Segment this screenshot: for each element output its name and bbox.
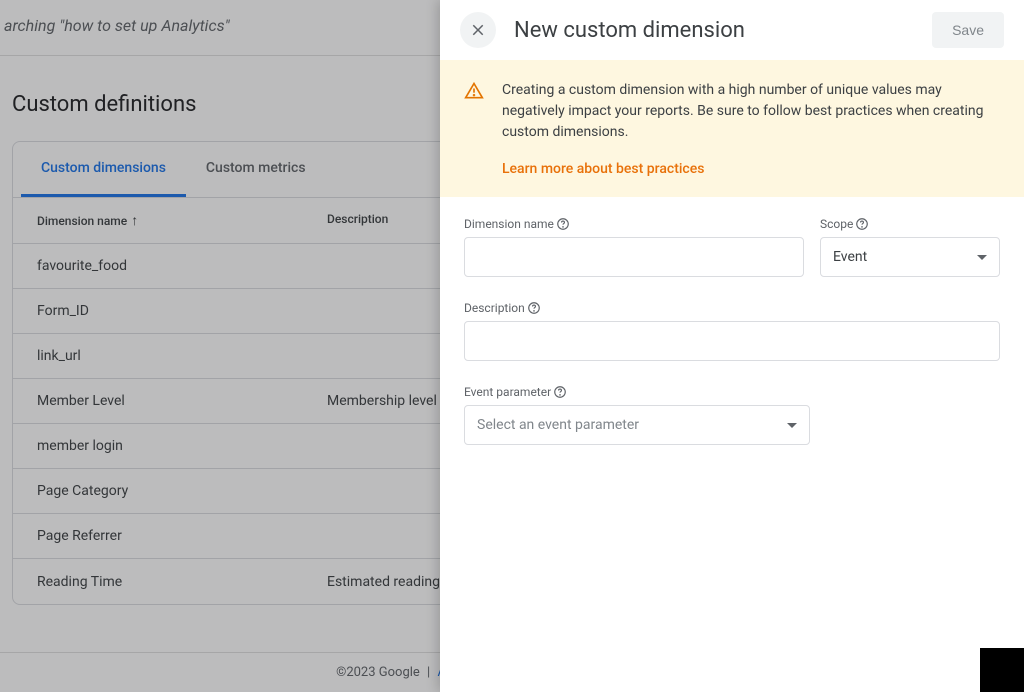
chevron-down-icon	[787, 423, 797, 428]
scope-label: Scope	[820, 217, 1000, 231]
dimension-name-cell: Page Referrer	[37, 528, 327, 544]
scope-value: Event	[833, 249, 867, 265]
help-icon[interactable]	[556, 217, 570, 231]
tab-custom-dimensions[interactable]: Custom dimensions	[21, 142, 186, 197]
close-icon	[469, 21, 487, 39]
label-text: Scope	[820, 217, 853, 231]
event-parameter-label: Event parameter	[464, 385, 1000, 399]
form-body: Dimension name Scope Event	[440, 197, 1024, 465]
panel-title: New custom dimension	[514, 18, 914, 43]
warning-icon	[464, 81, 484, 101]
column-header-name-label: Dimension name	[37, 214, 127, 228]
tab-custom-metrics[interactable]: Custom metrics	[186, 142, 326, 197]
column-header-name[interactable]: Dimension name ↑	[37, 212, 327, 229]
dimension-name-cell: favourite_food	[37, 258, 327, 274]
dimension-name-cell: Reading Time	[37, 574, 327, 590]
label-text: Description	[464, 301, 525, 315]
dimension-name-cell: member login	[37, 438, 327, 454]
event-parameter-select[interactable]: Select an event parameter	[464, 405, 810, 445]
dimension-name-label: Dimension name	[464, 217, 804, 231]
dimension-name-cell: Member Level	[37, 393, 327, 409]
black-square	[980, 648, 1024, 692]
dimension-name-cell: Form_ID	[37, 303, 327, 319]
label-text: Dimension name	[464, 217, 554, 231]
best-practices-link[interactable]: Learn more about best practices	[502, 161, 1000, 177]
warning-text: Creating a custom dimension with a high …	[502, 80, 1000, 143]
warning-banner: Creating a custom dimension with a high …	[440, 60, 1024, 197]
help-icon[interactable]	[855, 217, 869, 231]
dimension-name-cell: link_url	[37, 348, 327, 364]
chevron-down-icon	[977, 255, 987, 260]
save-button[interactable]: Save	[932, 12, 1004, 48]
dimension-name-input[interactable]	[464, 237, 804, 277]
scope-select[interactable]: Event	[820, 237, 1000, 277]
sort-ascending-icon: ↑	[131, 212, 138, 229]
help-icon[interactable]	[527, 301, 541, 315]
copyright-text: ©2023 Google	[336, 665, 420, 680]
new-dimension-panel: New custom dimension Save Creating a cus…	[440, 0, 1024, 692]
description-input[interactable]	[464, 321, 1000, 361]
event-parameter-placeholder: Select an event parameter	[477, 417, 639, 433]
close-button[interactable]	[460, 12, 496, 48]
description-label: Description	[464, 301, 1000, 315]
dimension-name-cell: Page Category	[37, 483, 327, 499]
panel-header: New custom dimension Save	[440, 0, 1024, 60]
label-text: Event parameter	[464, 385, 551, 399]
help-icon[interactable]	[553, 385, 567, 399]
